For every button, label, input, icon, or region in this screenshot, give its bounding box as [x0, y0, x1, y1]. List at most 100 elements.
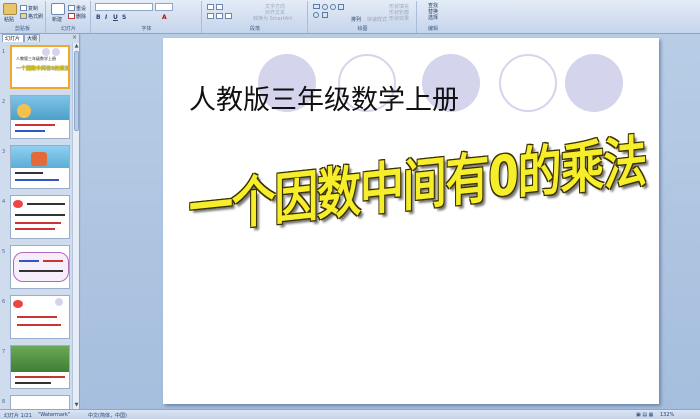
drawing-group-label: 绘图 — [357, 26, 368, 32]
zoom-level[interactable]: 132% — [660, 412, 674, 418]
numbering-icon[interactable] — [216, 4, 223, 10]
current-slide[interactable]: 人教版三年级数学上册 一个因数中间有0的乘法 — [163, 38, 659, 404]
close-icon[interactable]: × — [72, 34, 77, 41]
thumb-text-line — [15, 228, 55, 230]
paragraph-group-label: 段落 — [249, 26, 260, 32]
thumb-circle-icon — [52, 48, 60, 56]
slide-subtitle[interactable]: 人教版三年级数学上册 — [189, 78, 459, 117]
quick-styles-button[interactable]: 快速样式 — [367, 16, 387, 23]
slide-thumbnail-1[interactable]: 人教版三年级数学上册 一个因数中间有0的乘法 — [10, 45, 70, 89]
italic-icon[interactable]: I — [105, 14, 107, 21]
bold-icon[interactable]: B — [96, 14, 101, 21]
slide-number: 8 — [2, 399, 6, 405]
slide-number: 5 — [2, 249, 6, 255]
align-center-icon[interactable] — [216, 13, 223, 19]
thumb-circle-icon — [55, 298, 63, 306]
star-shape-icon[interactable] — [322, 12, 328, 18]
decorative-circle — [499, 54, 557, 112]
view-buttons[interactable]: ▣ ▤ ▦ — [636, 412, 653, 418]
slide-thumbnail-2[interactable] — [10, 95, 70, 139]
slide-count: 幻灯片 1/21 — [4, 413, 32, 419]
thumb-picture — [31, 152, 47, 166]
drawing-group: 排列 快速样式 形状填充 形状轮廓 形状效果 绘图 — [309, 1, 417, 33]
select-button[interactable]: 选择 — [428, 14, 438, 21]
clipboard-group-label: 剪贴板 — [14, 26, 30, 32]
theme-name: "Watermark" — [38, 412, 71, 418]
thumb-text-line — [15, 376, 65, 378]
new-slide-icon[interactable] — [51, 3, 65, 15]
slide-thumbnail-7[interactable] — [10, 345, 70, 389]
slide-thumbnail-4[interactable] — [10, 195, 70, 239]
thumb-text-line — [15, 179, 59, 181]
clipboard-group: 粘贴 复制 格式刷 剪贴板 — [0, 1, 46, 33]
tab-slides[interactable]: 幻灯片 — [2, 34, 24, 42]
slide-number: 2 — [2, 99, 6, 105]
thumb-text-line — [15, 172, 43, 174]
paragraph-group: 文字方向 对齐文本 转换为 SmartArt 段落 — [203, 1, 308, 33]
paste-button[interactable]: 粘贴 — [4, 16, 14, 23]
thumb-picture — [13, 252, 69, 282]
editing-group: 查找 替换 选择 编辑 — [418, 1, 448, 33]
triangle-shape-icon[interactable] — [338, 4, 344, 10]
thumb-text-line — [15, 214, 65, 216]
slides-pane: 幻灯片 大纲 × 1 人教版三年级数学上册 一个因数中间有0的乘法 2 3 4 — [0, 34, 80, 409]
curve-shape-icon[interactable] — [330, 4, 336, 10]
slide-thumbnail-6[interactable] — [10, 295, 70, 339]
slide-title-wordart[interactable]: 一个因数中间有0的乘法 — [189, 116, 646, 244]
new-slide-button[interactable]: 新建 — [52, 16, 62, 23]
paste-icon[interactable] — [3, 3, 17, 15]
slide-number: 1 — [2, 49, 6, 55]
scroll-up-icon[interactable]: ▲ — [73, 43, 80, 50]
slide-number: 3 — [2, 149, 6, 155]
font-size-box[interactable] — [155, 3, 173, 11]
thumb-text-line — [17, 316, 57, 318]
format-painter-button[interactable]: 格式刷 — [28, 13, 43, 20]
copy-icon — [20, 5, 27, 11]
thumb-text-line — [15, 124, 55, 126]
slide-number: 4 — [2, 199, 6, 205]
delete-icon — [68, 13, 75, 19]
format-painter-icon — [20, 13, 27, 19]
thumb-subtitle: 人教版三年级数学上册 — [16, 56, 56, 61]
status-bar: 幻灯片 1/21 "Watermark" 中文(简体，中国) ▣ ▤ ▦ 132… — [0, 409, 700, 419]
reset-button[interactable]: 重设 — [76, 5, 86, 12]
arrange-button[interactable]: 排列 — [351, 16, 361, 23]
tab-outline[interactable]: 大纲 — [24, 34, 40, 42]
oval-shape-icon[interactable] — [322, 4, 328, 10]
slides-group: 新建 重设 删除 幻灯片 — [47, 1, 91, 33]
slide-thumbnail-8[interactable] — [10, 395, 70, 409]
shape-effects-button[interactable]: 形状效果 — [389, 15, 409, 22]
thumb-text-line — [19, 260, 39, 262]
slide-thumbnail-5[interactable] — [10, 245, 70, 289]
smiley-shape-icon[interactable] — [313, 12, 319, 18]
slide-editor: 人教版三年级数学上册 一个因数中间有0的乘法 — [81, 34, 700, 409]
bullets-icon[interactable] — [207, 4, 214, 10]
slide-number: 6 — [2, 299, 6, 305]
smartart-button[interactable]: 转换为 SmartArt — [253, 15, 292, 22]
rectangle-shape-icon[interactable] — [313, 4, 320, 9]
thumb-text-line — [15, 382, 51, 384]
language-indicator[interactable]: 中文(简体，中国) — [88, 412, 127, 419]
font-color-icon[interactable]: A — [162, 14, 167, 21]
thumb-text-line — [43, 260, 63, 262]
ribbon: 粘贴 复制 格式刷 剪贴板 新建 重设 删除 幻灯片 B I U S A 字体 … — [0, 0, 700, 34]
slide-thumbnail-3[interactable] — [10, 145, 70, 189]
slide-number: 7 — [2, 349, 6, 355]
delete-button[interactable]: 删除 — [76, 13, 86, 20]
slides-group-label: 幻灯片 — [60, 26, 76, 32]
thumb-picture — [13, 200, 23, 208]
font-group-label: 字体 — [141, 26, 152, 32]
align-right-icon[interactable] — [225, 13, 232, 19]
copy-button[interactable]: 复制 — [28, 5, 38, 12]
font-name-box[interactable] — [95, 3, 153, 11]
strikethrough-icon[interactable]: S — [122, 14, 126, 21]
thumb-picture — [17, 104, 31, 118]
scroll-down-icon[interactable]: ▼ — [73, 402, 80, 409]
thumb-text-line — [15, 222, 61, 224]
scroll-thumb[interactable] — [74, 51, 79, 131]
align-left-icon[interactable] — [207, 13, 214, 19]
thumb-text-line — [17, 324, 61, 326]
thumbnail-scrollbar[interactable]: ▲ ▼ — [72, 43, 79, 409]
thumbnail-list: 1 人教版三年级数学上册 一个因数中间有0的乘法 2 3 4 5 6 7 8 — [0, 43, 72, 409]
underline-icon[interactable]: U — [113, 14, 118, 21]
